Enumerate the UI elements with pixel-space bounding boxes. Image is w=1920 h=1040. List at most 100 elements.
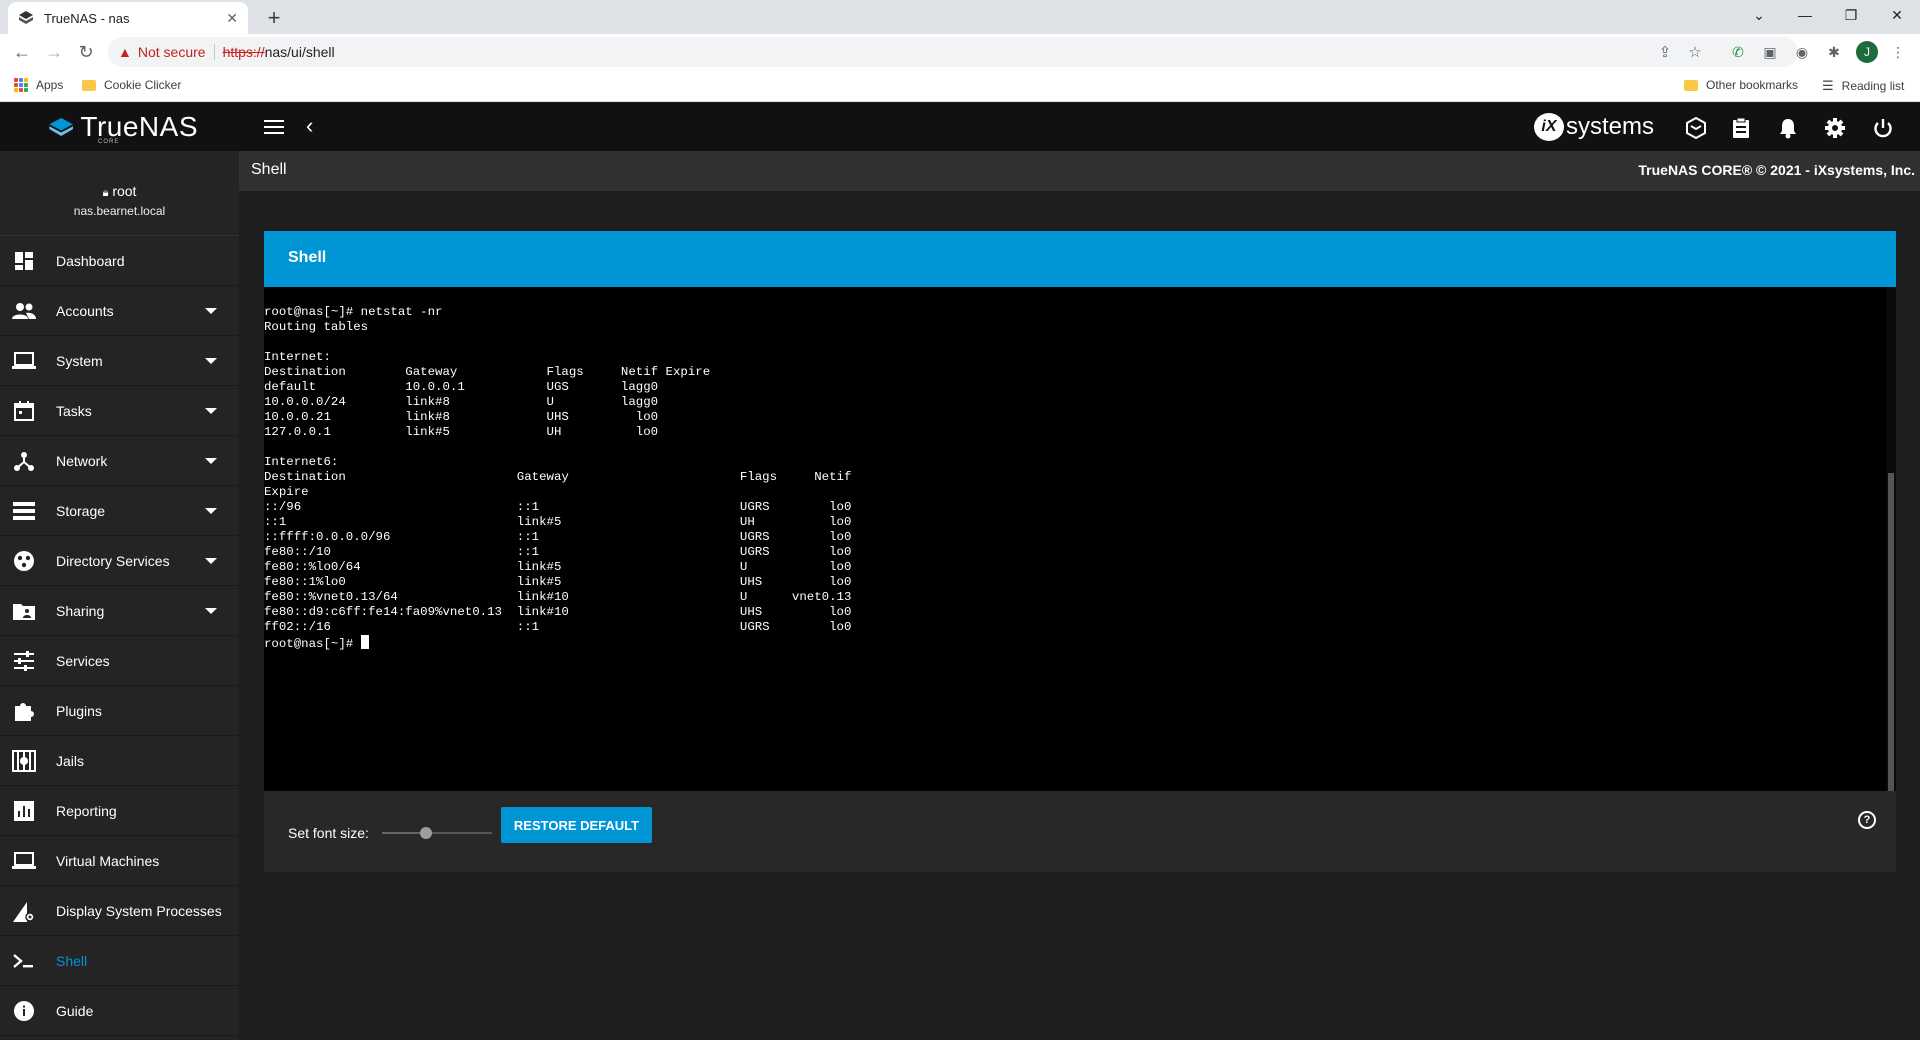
sidebar-item-label: Services xyxy=(56,652,110,669)
browser-tab-bar: TrueNAS - nas ✕ + ⌄ — ❐ ✕ xyxy=(0,0,1920,34)
terminal-prompt: root@nas[~]# xyxy=(264,637,361,651)
bookmark-label: Cookie Clicker xyxy=(104,78,182,92)
address-bar[interactable]: ▲ Not secure https:// nas/ui/shell ⇪ ☆ xyxy=(108,37,1798,67)
sidebar-item-directory-services[interactable]: Directory Services xyxy=(0,536,239,586)
terminal-cursor xyxy=(360,635,369,649)
profile-avatar[interactable]: J xyxy=(1856,41,1878,63)
slider-thumb[interactable] xyxy=(420,827,432,839)
process-settings-icon xyxy=(12,899,36,923)
cast-extension-icon[interactable]: ▣ xyxy=(1760,42,1780,62)
sidebar-item-display-system-processes[interactable]: Display System Processes xyxy=(0,886,239,936)
sidebar-item-storage[interactable]: Storage xyxy=(0,486,239,536)
sidebar-item-label: Sharing xyxy=(56,602,105,619)
shared-folder-icon xyxy=(12,599,36,623)
sidebar-item-label: Dashboard xyxy=(56,252,125,269)
sidebar-item-system[interactable]: System xyxy=(0,336,239,386)
dashboard-icon xyxy=(12,249,36,273)
folder-icon xyxy=(1684,79,1698,91)
user-info: 🔒︎ root nas.bearnet.local xyxy=(0,151,239,236)
sidebar-item-dashboard[interactable]: Dashboard xyxy=(0,236,239,286)
phone-extension-icon[interactable]: ✆ xyxy=(1728,42,1748,62)
browser-tab-title: TrueNAS - nas xyxy=(44,10,130,26)
sidebar-item-label: Accounts xyxy=(56,302,114,319)
directory-services-icon xyxy=(12,549,36,573)
sidebar-item-label: Reporting xyxy=(56,802,117,819)
new-tab-button[interactable]: + xyxy=(260,4,288,32)
page-title: Shell xyxy=(251,161,287,178)
minimize-icon[interactable]: — xyxy=(1782,0,1828,30)
truecommand-icon[interactable] xyxy=(1683,115,1709,141)
console-icon xyxy=(12,949,36,973)
bookmark-apps[interactable]: Apps xyxy=(14,78,63,92)
tune-icon xyxy=(12,649,36,673)
font-size-slider[interactable] xyxy=(382,823,492,843)
sidebar-item-shell[interactable]: Shell xyxy=(0,936,239,986)
security-status[interactable]: Not secure xyxy=(138,44,206,60)
sidebar-item-guide[interactable]: Guide xyxy=(0,986,239,1036)
url-path: nas/ui/shell xyxy=(264,44,335,60)
sidebar-item-label: Virtual Machines xyxy=(56,852,160,869)
bookmark-label: Reading list xyxy=(1841,79,1905,93)
sidebar-item-plugins[interactable]: Plugins xyxy=(0,686,239,736)
username: root xyxy=(112,183,137,199)
sidebar-item-network[interactable]: Network xyxy=(0,436,239,486)
tab-search-icon[interactable]: ⌄ xyxy=(1736,0,1782,30)
sidebar-item-label: Plugins xyxy=(56,702,102,719)
ixsystems-logo[interactable]: iX systems xyxy=(1534,111,1654,143)
chart-icon xyxy=(12,799,36,823)
terminal[interactable]: root@nas[~]# netstat -nr Routing tables … xyxy=(264,287,1896,791)
restore-default-button[interactable]: RESTORE DEFAULT xyxy=(501,807,652,843)
privacy-extension-icon[interactable]: ◉ xyxy=(1792,42,1812,62)
sidebar-item-label: Display System Processes xyxy=(56,902,222,919)
sidebar-item-reporting[interactable]: Reporting xyxy=(0,786,239,836)
collapse-sidebar-icon[interactable]: ‹ xyxy=(306,113,313,139)
reload-icon[interactable]: ↻ xyxy=(72,38,100,66)
settings-gear-icon[interactable] xyxy=(1822,115,1848,141)
sidebar-item-jails[interactable]: Jails xyxy=(0,736,239,786)
truenas-logo[interactable]: TrueNAS CORE xyxy=(48,109,198,145)
laptop-icon xyxy=(12,349,36,373)
sidebar-item-label: Guide xyxy=(56,1002,94,1019)
browser-menu-icon[interactable]: ⋮ xyxy=(1888,42,1908,62)
extensions-puzzle-icon[interactable]: ✱ xyxy=(1824,42,1844,62)
sidebar-item-label: Storage xyxy=(56,502,106,519)
back-icon[interactable]: ← xyxy=(8,38,36,66)
bookmark-star-icon[interactable]: ☆ xyxy=(1686,43,1704,61)
sidebar-item-sharing[interactable]: Sharing xyxy=(0,586,239,636)
caret-down-icon xyxy=(205,458,217,464)
power-icon[interactable] xyxy=(1870,115,1896,141)
bookmark-label: Other bookmarks xyxy=(1706,78,1799,92)
caret-down-icon xyxy=(205,308,217,314)
storage-icon xyxy=(12,499,36,523)
terminal-history: root@nas[~]# netstat -nr Routing tables … xyxy=(264,305,852,634)
share-icon[interactable]: ⇪ xyxy=(1656,43,1674,61)
sidebar-item-label: Jails xyxy=(56,752,85,769)
puzzle-icon xyxy=(12,699,36,723)
warning-icon[interactable]: ▲ xyxy=(118,44,132,60)
sidebar-item-label: System xyxy=(56,352,103,369)
scrollbar-thumb[interactable] xyxy=(1888,473,1894,791)
truenas-favicon-icon xyxy=(19,11,33,24)
copyright-text: TrueNAS CORE® © 2021 - iXsystems, Inc. xyxy=(1638,162,1915,178)
shell-card: Shell root@nas[~]# netstat -nr Routing t… xyxy=(264,231,1896,872)
sidebar-item-accounts[interactable]: Accounts xyxy=(0,286,239,336)
sidebar-item-virtual-machines[interactable]: Virtual Machines xyxy=(0,836,239,886)
notifications-bell-icon[interactable] xyxy=(1775,115,1801,141)
help-icon[interactable]: ? xyxy=(1858,811,1876,829)
folder-icon xyxy=(82,79,96,91)
url-scheme: https:// xyxy=(222,44,265,60)
sidebar-item-services[interactable]: Services xyxy=(0,636,239,686)
bookmark-other[interactable]: Other bookmarks xyxy=(1684,78,1798,92)
forward-icon[interactable]: → xyxy=(40,38,68,66)
terminal-scrollbar[interactable] xyxy=(1886,287,1896,791)
task-manager-icon[interactable] xyxy=(1728,115,1754,141)
close-tab-icon[interactable]: ✕ xyxy=(226,10,238,27)
bookmark-cookie-clicker[interactable]: Cookie Clicker xyxy=(82,78,181,92)
menu-toggle-icon[interactable] xyxy=(264,115,288,139)
reading-list[interactable]: ☰ Reading list xyxy=(1822,78,1904,94)
close-window-icon[interactable]: ✕ xyxy=(1874,0,1920,30)
restore-window-icon[interactable]: ❐ xyxy=(1828,0,1874,30)
info-icon xyxy=(12,999,36,1023)
sidebar-item-tasks[interactable]: Tasks xyxy=(0,386,239,436)
browser-tab[interactable]: TrueNAS - nas ✕ xyxy=(8,2,248,34)
